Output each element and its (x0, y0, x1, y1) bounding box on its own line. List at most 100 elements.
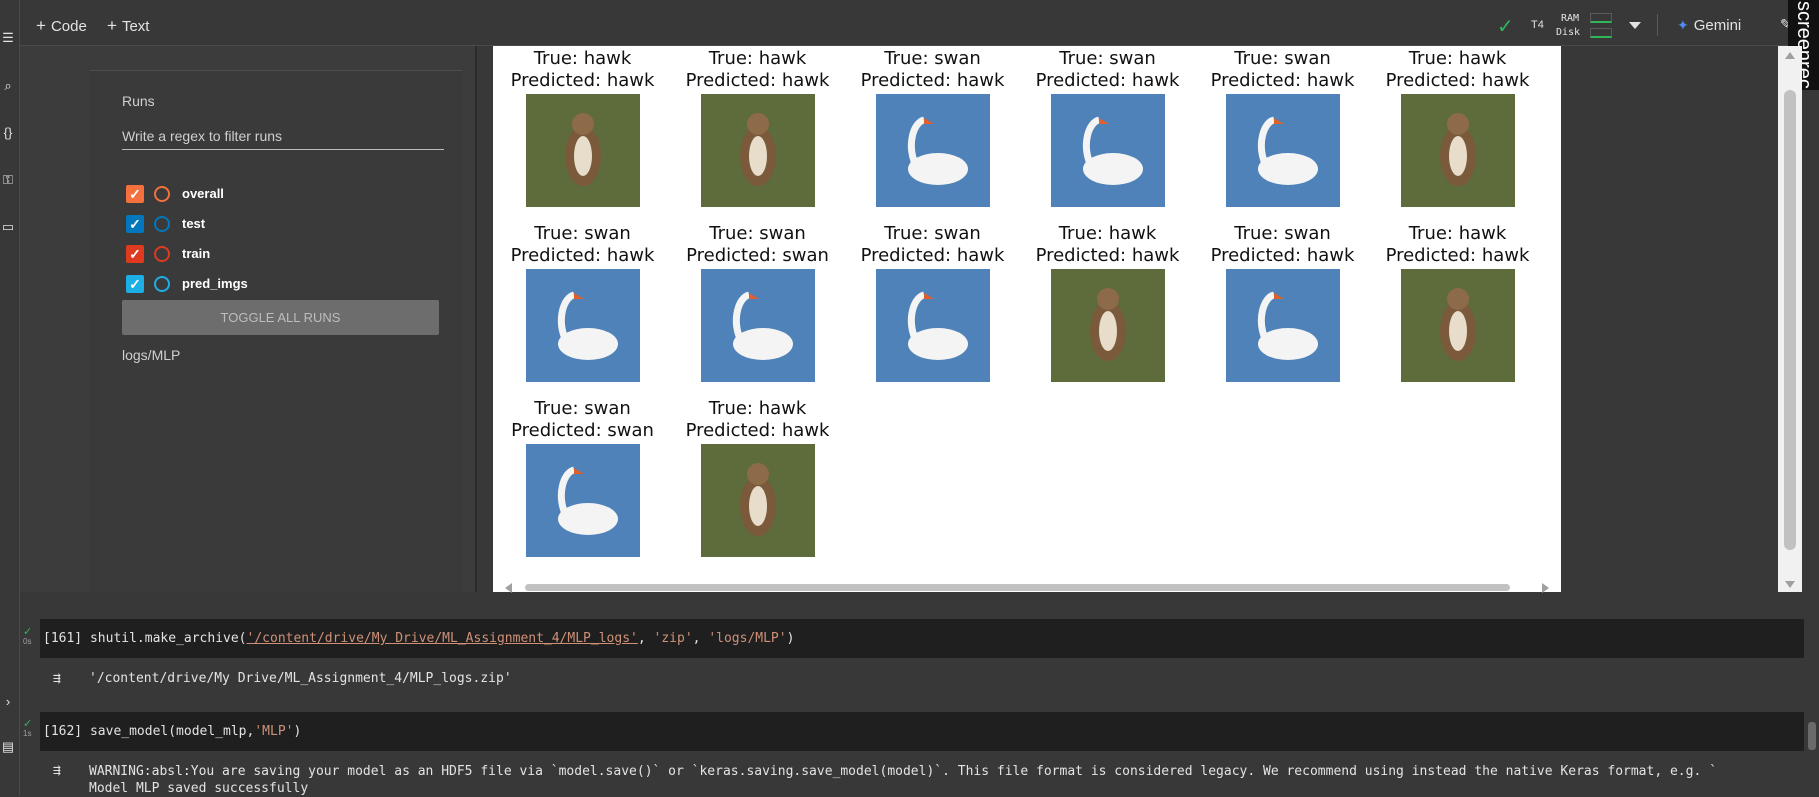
true-label: True: swan (1234, 223, 1331, 244)
swan-image (1225, 269, 1340, 382)
predicted-label: Predicted: hawk (510, 70, 655, 91)
run-name: train (182, 246, 211, 261)
true-label: True: swan (884, 223, 981, 244)
true-label: True: hawk (1408, 48, 1507, 69)
swan-image (875, 269, 990, 382)
scroll-down-icon[interactable] (1785, 581, 1795, 588)
plus-icon: + (36, 16, 46, 35)
hawk-image (1400, 269, 1515, 382)
horizontal-scrollbar[interactable] (493, 582, 1561, 593)
prediction-cell: True: swan Predicted: hawk (1195, 223, 1370, 382)
runs-selector: Runs ✓ overall ✓ test ✓ train ✓ pred_img… (90, 70, 462, 592)
terminal-icon[interactable]: ▤ (1, 740, 15, 754)
true-label: True: swan (1234, 48, 1331, 69)
swan-image (525, 444, 640, 557)
cell-output-162: WARNING:absl:You are saving your model a… (89, 763, 1789, 797)
code-cell-161[interactable]: [161] shutil.make_archive('/content/driv… (40, 619, 1804, 658)
code-close-paren: ) (293, 724, 302, 739)
run-name: overall (182, 186, 224, 201)
run-checkbox-train[interactable]: ✓ (126, 245, 144, 263)
cell-status-161: ✓ 0s (23, 627, 32, 647)
swan-image (875, 94, 990, 207)
files-folder-icon[interactable]: ▭ (1, 220, 15, 234)
add-text-button[interactable]: + Text (107, 16, 149, 36)
run-filter-input[interactable] (122, 123, 444, 150)
run-checkbox-pred-imgs[interactable]: ✓ (126, 275, 144, 293)
cell-duration: 1s (23, 729, 32, 738)
prediction-cell: True: hawk Predicted: hawk (495, 48, 670, 207)
cell-status-162: ✓ 1s (23, 718, 33, 739)
code-cell-162[interactable]: [162] save_model(model_mlp,'MLP') (40, 712, 1804, 751)
cell-duration: 0s (23, 637, 32, 646)
predicted-label: Predicted: swan (686, 245, 829, 266)
scroll-up-icon[interactable] (1785, 52, 1795, 59)
code-format-string: 'zip' (653, 631, 693, 646)
secrets-key-icon[interactable]: ⚿ (1, 173, 15, 187)
code-close-paren: ) (786, 631, 795, 646)
run-color-ring[interactable] (154, 246, 170, 262)
resource-monitor[interactable]: RAM Disk (1556, 12, 1580, 40)
true-label: True: swan (534, 223, 631, 244)
prediction-cell: True: swan Predicted: hawk (495, 223, 670, 382)
run-color-ring[interactable] (154, 276, 170, 292)
connected-check-icon: ✓ (1497, 16, 1514, 38)
notebook-toolbar: + Code + Text ✓ T4 RAM Disk ✦ Gemini ✎ (0, 0, 1819, 46)
code-function-call: save_model(model_mlp, (89, 724, 255, 739)
swan-image (700, 269, 815, 382)
search-icon[interactable]: ⌕ (1, 79, 15, 93)
menu-icon[interactable]: ☰ (1, 31, 15, 45)
true-label: True: swan (534, 398, 631, 419)
swan-image (525, 269, 640, 382)
true-label: True: swan (709, 223, 806, 244)
left-sidebar-rail: ☰ ⌕ {} ⚿ ▭ › ▤ (0, 0, 20, 796)
predicted-label: Predicted: hawk (1385, 70, 1530, 91)
scroll-right-icon[interactable] (1542, 583, 1549, 593)
ram-label: RAM (1561, 13, 1580, 24)
run-color-ring[interactable] (154, 186, 170, 202)
run-checkbox-overall[interactable]: ✓ (126, 185, 144, 203)
cell-success-check-icon: ✓ (23, 718, 33, 730)
prediction-cell: True: swan Predicted: swan (495, 398, 670, 557)
predicted-label: Predicted: hawk (510, 245, 655, 266)
panel-divider (475, 46, 477, 592)
run-row-pred-imgs[interactable]: ✓ pred_imgs (122, 273, 422, 295)
saved-output-line: Model MLP saved successfully (89, 781, 309, 796)
run-color-ring[interactable] (154, 216, 170, 232)
toggle-all-runs-button[interactable]: TOGGLE ALL RUNS (122, 300, 439, 335)
runtime-dropdown-icon[interactable] (1629, 22, 1641, 29)
run-name: test (182, 216, 206, 231)
run-row-test[interactable]: ✓ test (122, 213, 422, 235)
horizontal-scroll-thumb[interactable] (525, 584, 1510, 591)
variables-icon[interactable]: {} (1, 126, 15, 140)
output-actions-icon[interactable]: ⇶ (53, 763, 75, 779)
prediction-cell: True: hawk Predicted: hawk (1370, 223, 1545, 382)
vertical-scroll-thumb[interactable] (1784, 90, 1796, 550)
output-actions-icon[interactable]: ⇶ (53, 671, 75, 687)
prediction-image-grid: True: hawk Predicted: hawk True: hawk Predi… (493, 46, 1561, 592)
vertical-scrollbar[interactable] (1778, 46, 1802, 592)
true-label: True: hawk (708, 48, 807, 69)
swan-image (1050, 94, 1165, 207)
hawk-image (1050, 269, 1165, 382)
expand-chevron-icon[interactable]: › (1, 695, 15, 709)
run-checkbox-test[interactable]: ✓ (126, 215, 144, 233)
code-function-call: shutil.make_archive( (89, 631, 247, 646)
swan-image (1225, 94, 1340, 207)
gemini-button[interactable]: ✦ Gemini (1677, 17, 1741, 34)
tensorboard-runs-panel: Runs ✓ overall ✓ test ✓ train ✓ pred_img… (20, 46, 475, 592)
run-row-overall[interactable]: ✓ overall (122, 183, 422, 205)
add-code-button[interactable]: + Code (36, 16, 87, 36)
scroll-left-icon[interactable] (505, 583, 512, 593)
output-scrollbar-thumb[interactable] (1808, 722, 1816, 750)
prediction-cell: True: hawk Predicted: hawk (670, 48, 845, 207)
run-row-train[interactable]: ✓ train (122, 243, 422, 265)
predicted-label: Predicted: hawk (1035, 245, 1180, 266)
predicted-label: Predicted: hawk (1210, 70, 1355, 91)
run-name: pred_imgs (182, 276, 248, 291)
true-label: True: swan (1059, 48, 1156, 69)
execution-count: [161] (43, 631, 83, 646)
true-label: True: hawk (708, 398, 807, 419)
code-path-string[interactable]: '/content/drive/My Drive/ML_Assignment_4… (247, 631, 638, 646)
code-separator: , (692, 631, 709, 646)
predicted-label: Predicted: hawk (1035, 70, 1180, 91)
